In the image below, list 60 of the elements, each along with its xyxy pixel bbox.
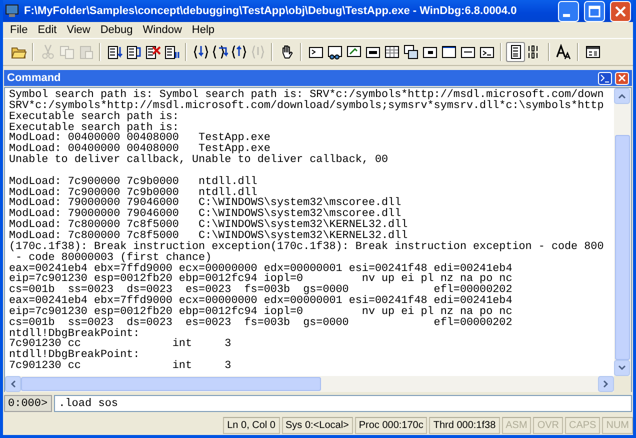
menu-item[interactable]: Edit	[32, 24, 62, 36]
font-size-icon[interactable]	[554, 42, 573, 62]
vertical-scrollbar[interactable]	[614, 88, 631, 376]
output-line: ModLoad: 7c900000 7c9b0000 ntdll.dll	[9, 176, 258, 188]
output-line: ModLoad: 79000000 79046000 C:\WINDOWS\system32\mscoree.dll	[9, 198, 402, 210]
scroll-down-button[interactable]	[614, 360, 630, 376]
status-field: OVR	[533, 417, 563, 434]
status-field: ASM	[502, 417, 532, 434]
output-line: ntdll!DbgBreakPoint:	[9, 350, 141, 362]
output-line: eip=7c901230 esp=0012fb20 ebp=0012fc94 iopl=0 nv up ei pl nz na po nc	[9, 274, 514, 286]
output-line: 7c901230 cc int 3	[9, 361, 232, 372]
output-line: ModLoad: 00400000 00408000 TestApp.exe	[9, 144, 270, 156]
scroll-left-button[interactable]	[5, 376, 21, 392]
status-field: Ln 0, Col 0	[223, 417, 280, 434]
close-button[interactable]	[610, 0, 631, 22]
output-line: ModLoad: 79000000 79046000 C:\WINDOWS\system32\mscoree.dll	[9, 209, 402, 220]
monitor-icon	[5, 4, 19, 18]
status-field: Thrd 000:1f38	[429, 417, 500, 434]
output-line: eax=00241eb4 ebx=7ffd9000 ecx=00000000 edx=00000001 esi=00241f48 edi=00241eb4	[9, 264, 514, 274]
output-line: ModLoad: 00400000 00408000 TestApp.exe	[9, 133, 272, 144]
console-button[interactable]	[598, 72, 612, 84]
output-line: ModLoad: 7c800000 7c8f5000 C:\WINDOWS\system32\KERNEL32.dll	[9, 230, 408, 242]
menu-item[interactable]: Window	[138, 24, 187, 36]
scroll-up-button[interactable]	[614, 88, 630, 104]
command-input[interactable]: .load sos	[54, 395, 632, 412]
output-line: 7c901230 cc int 3	[9, 339, 232, 350]
output-line: Unable to deliver callback, Unable to deliver callback, 00	[9, 155, 390, 166]
status-field: Proc 000:170c	[354, 417, 428, 434]
menu-item[interactable]: View	[62, 24, 96, 36]
status-field: CAPS	[564, 417, 600, 434]
window-title: F:\MyFolder\Samples\concept\debugging\TestApp\obj\Debug\TestApp.exe - WinDbg:6.8.0004.0	[24, 5, 518, 17]
scroll-right-button[interactable]	[598, 376, 614, 392]
pane-title: Command	[7, 72, 62, 84]
scroll-thumb[interactable]	[615, 135, 630, 360]
output-line: - code 80000003 (first chance)	[16, 252, 212, 264]
output-line: cs=001b ss=0023 ds=0023 es=0023 fs=003b gs=0000 efl=00000202	[9, 318, 514, 329]
output-line: ModLoad: 7c900000 7c9b0000 ntdll.dll	[9, 188, 258, 198]
stacked-windows-icon[interactable]	[401, 42, 420, 62]
status-field: Sys 0:<Local>	[282, 417, 353, 434]
menu-item[interactable]: File	[5, 24, 33, 36]
output-line: Executable search path is:	[9, 112, 180, 123]
output-line: SRV*c:/symbols*http://msdl.microsoft.com/download/symbols;symsrv*symsrv.dll*c:\symbols*http	[9, 100, 605, 112]
maximize-button[interactable]	[584, 0, 605, 22]
output-line: eax=00241eb4 ebx=7ffd9000 ecx=00000000 edx=00000001 esi=00241f48 edi=00241eb4	[9, 296, 514, 307]
output-line: cs=001b ss=0023 ds=0023 es=0023 fs=003b gs=0000 efl=00000202	[9, 285, 514, 296]
status-field: NUM	[602, 417, 633, 434]
output-line: ModLoad: 7c800000 7c8f5000 C:\WINDOWS\system32\KERNEL32.dll	[9, 220, 409, 231]
output-line: (170c.1f38): Break instruction exception(170c.1f38): Break instruction exception - code 800	[9, 242, 605, 253]
output-line: Symbol search path is: Symbol search path is: SRV*c:/symbols*http://msdl.microsoft.com/down	[9, 90, 605, 101]
command-prompt: 0:000>	[4, 395, 52, 412]
output-line: ntdll!DbgBreakPoint:	[9, 328, 141, 340]
menu-item[interactable]: Debug	[95, 24, 138, 36]
close-button[interactable]	[615, 72, 629, 84]
horizontal-scrollbar[interactable]	[5, 376, 614, 392]
scroll-thumb[interactable]	[21, 377, 321, 391]
minimize-button[interactable]	[558, 0, 579, 22]
output-line: Executable search path is:	[9, 122, 180, 134]
output-line: eip=7c901230 esp=0012fb20 ebp=0012fc94 iopl=0 nv up ei pl nz na po nc	[9, 306, 514, 318]
menu-item[interactable]: Help	[186, 24, 220, 36]
document-lines-icon[interactable]	[506, 42, 525, 62]
